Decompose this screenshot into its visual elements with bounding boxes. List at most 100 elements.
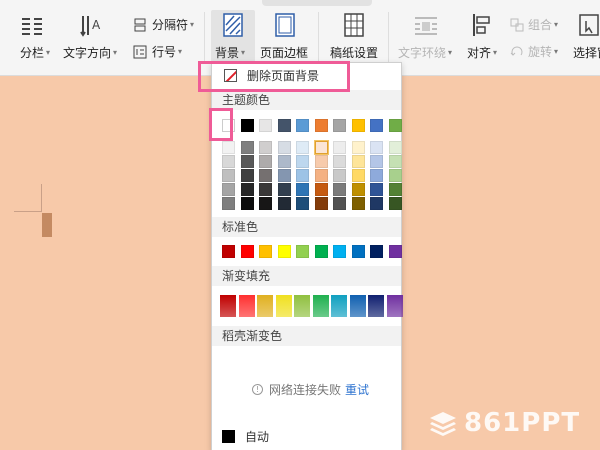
separator-button[interactable]: 分隔符 ▾ [133,16,194,33]
theme-color-swatch[interactable] [333,119,346,132]
theme-color-swatch[interactable] [296,119,309,132]
theme-color-swatch[interactable] [259,119,272,132]
text-wrap-icon [415,17,437,35]
theme-shade-swatch[interactable] [222,197,235,210]
gradient-swatch[interactable] [294,295,310,317]
text-direction-button[interactable]: 文字方向 ▾ [63,44,117,61]
gradient-swatch[interactable] [386,295,403,317]
theme-shade-swatch[interactable] [370,197,383,210]
selection-pane-button[interactable]: 选择窗 [573,44,600,61]
theme-shade-swatch[interactable] [296,155,309,168]
theme-color-swatch[interactable] [370,119,383,132]
theme-shade-swatch[interactable] [333,155,346,168]
theme-shade-swatch[interactable] [277,155,291,168]
theme-shade-swatch[interactable] [296,169,309,182]
theme-color-swatch[interactable] [277,119,291,132]
rotate-button[interactable]: 旋转 ▾ [510,43,558,60]
theme-color-swatch[interactable] [314,119,328,132]
align-button[interactable]: 对齐 ▾ [467,44,497,61]
theme-shade-swatch[interactable] [370,169,383,182]
text-wrap-button[interactable]: 文字环绕 ▾ [398,44,452,61]
theme-shade-swatch[interactable] [259,141,272,154]
background-button[interactable]: 背景 ▾ [215,44,245,61]
theme-shade-swatch[interactable] [259,169,272,182]
theme-color-swatch[interactable] [240,119,254,132]
gradient-swatch[interactable] [220,295,236,317]
standard-color-swatch[interactable] [277,245,291,258]
theme-shade-swatch[interactable] [259,155,272,168]
theme-shade-swatch[interactable] [222,169,235,182]
theme-shade-swatch[interactable] [277,169,291,182]
auto-color-item[interactable]: 自动 [222,428,269,445]
theme-shade-swatch[interactable] [370,155,383,168]
theme-shade-swatch[interactable] [296,197,309,210]
standard-color-swatch[interactable] [388,245,402,258]
gradient-swatch[interactable] [349,295,366,317]
theme-shade-swatch[interactable] [314,141,328,154]
standard-color-swatch[interactable] [314,245,328,258]
theme-shade-swatch[interactable] [277,141,291,154]
theme-shade-swatch[interactable] [351,197,365,210]
theme-shade-swatch[interactable] [351,183,365,196]
standard-color-swatch[interactable] [333,245,346,258]
page-margin-marker-horizontal [14,211,42,212]
theme-shade-swatch[interactable] [296,141,309,154]
theme-shade-swatch[interactable] [388,155,402,168]
align-icon [473,14,490,36]
group-button[interactable]: 组合 ▾ [510,16,558,33]
standard-color-swatch[interactable] [222,245,235,258]
theme-shade-swatch[interactable] [240,197,254,210]
theme-shade-swatch[interactable] [314,155,328,168]
gradient-swatch[interactable] [331,295,347,317]
theme-shade-swatch[interactable] [333,183,346,196]
theme-shade-swatch[interactable] [351,141,365,154]
theme-shade-swatch[interactable] [240,141,254,154]
theme-shade-swatch[interactable] [314,183,328,196]
theme-shade-swatch[interactable] [351,169,365,182]
theme-shade-swatch[interactable] [240,183,254,196]
info-icon: ! [252,384,263,395]
theme-shade-swatch[interactable] [240,169,254,182]
theme-shade-swatch[interactable] [240,155,254,168]
gradient-swatch[interactable] [275,295,292,317]
retry-link[interactable]: 重试 [345,381,369,398]
gradient-swatch[interactable] [312,295,329,317]
theme-shade-swatch[interactable] [222,183,235,196]
gradient-swatch[interactable] [368,295,384,317]
standard-color-swatch[interactable] [370,245,383,258]
theme-shade-swatch[interactable] [388,169,402,182]
theme-shade-swatch[interactable] [370,141,383,154]
theme-shade-swatch[interactable] [259,183,272,196]
theme-shade-swatch[interactable] [388,183,402,196]
standard-color-swatch[interactable] [240,245,254,258]
columns-icon [22,18,42,35]
theme-color-swatch[interactable] [388,119,402,132]
theme-shade-swatch[interactable] [351,155,365,168]
standard-color-swatch[interactable] [259,245,272,258]
theme-shade-swatch[interactable] [277,183,291,196]
theme-shade-swatch[interactable] [388,141,402,154]
theme-shade-swatch[interactable] [296,183,309,196]
theme-shade-swatch[interactable] [277,197,291,210]
theme-shade-swatch[interactable] [388,197,402,210]
theme-shade-swatch[interactable] [222,155,235,168]
theme-shade-swatch[interactable] [333,141,346,154]
theme-shade-swatch[interactable] [259,197,272,210]
chevron-down-icon: ▾ [493,48,498,57]
theme-shade-swatch[interactable] [222,141,235,154]
theme-shade-swatch[interactable] [314,197,328,210]
theme-shade-swatch[interactable] [314,169,328,182]
theme-shade-swatch[interactable] [333,197,346,210]
line-number-button[interactable]: 行号 ▾ [133,43,182,60]
theme-shade-swatch[interactable] [333,169,346,182]
standard-color-swatch[interactable] [296,245,309,258]
theme-color-swatch[interactable] [351,119,365,132]
standard-color-swatch[interactable] [351,245,365,258]
highlight-white-swatch [209,108,233,141]
theme-shade-swatch[interactable] [370,183,383,196]
columns-button[interactable]: 分栏 ▾ [20,44,50,61]
gradient-swatch[interactable] [257,295,273,317]
gradient-swatch[interactable] [238,295,255,317]
page-border-button[interactable]: 页面边框 [260,44,308,61]
paper-settings-button[interactable]: 稿纸设置 [330,44,378,61]
